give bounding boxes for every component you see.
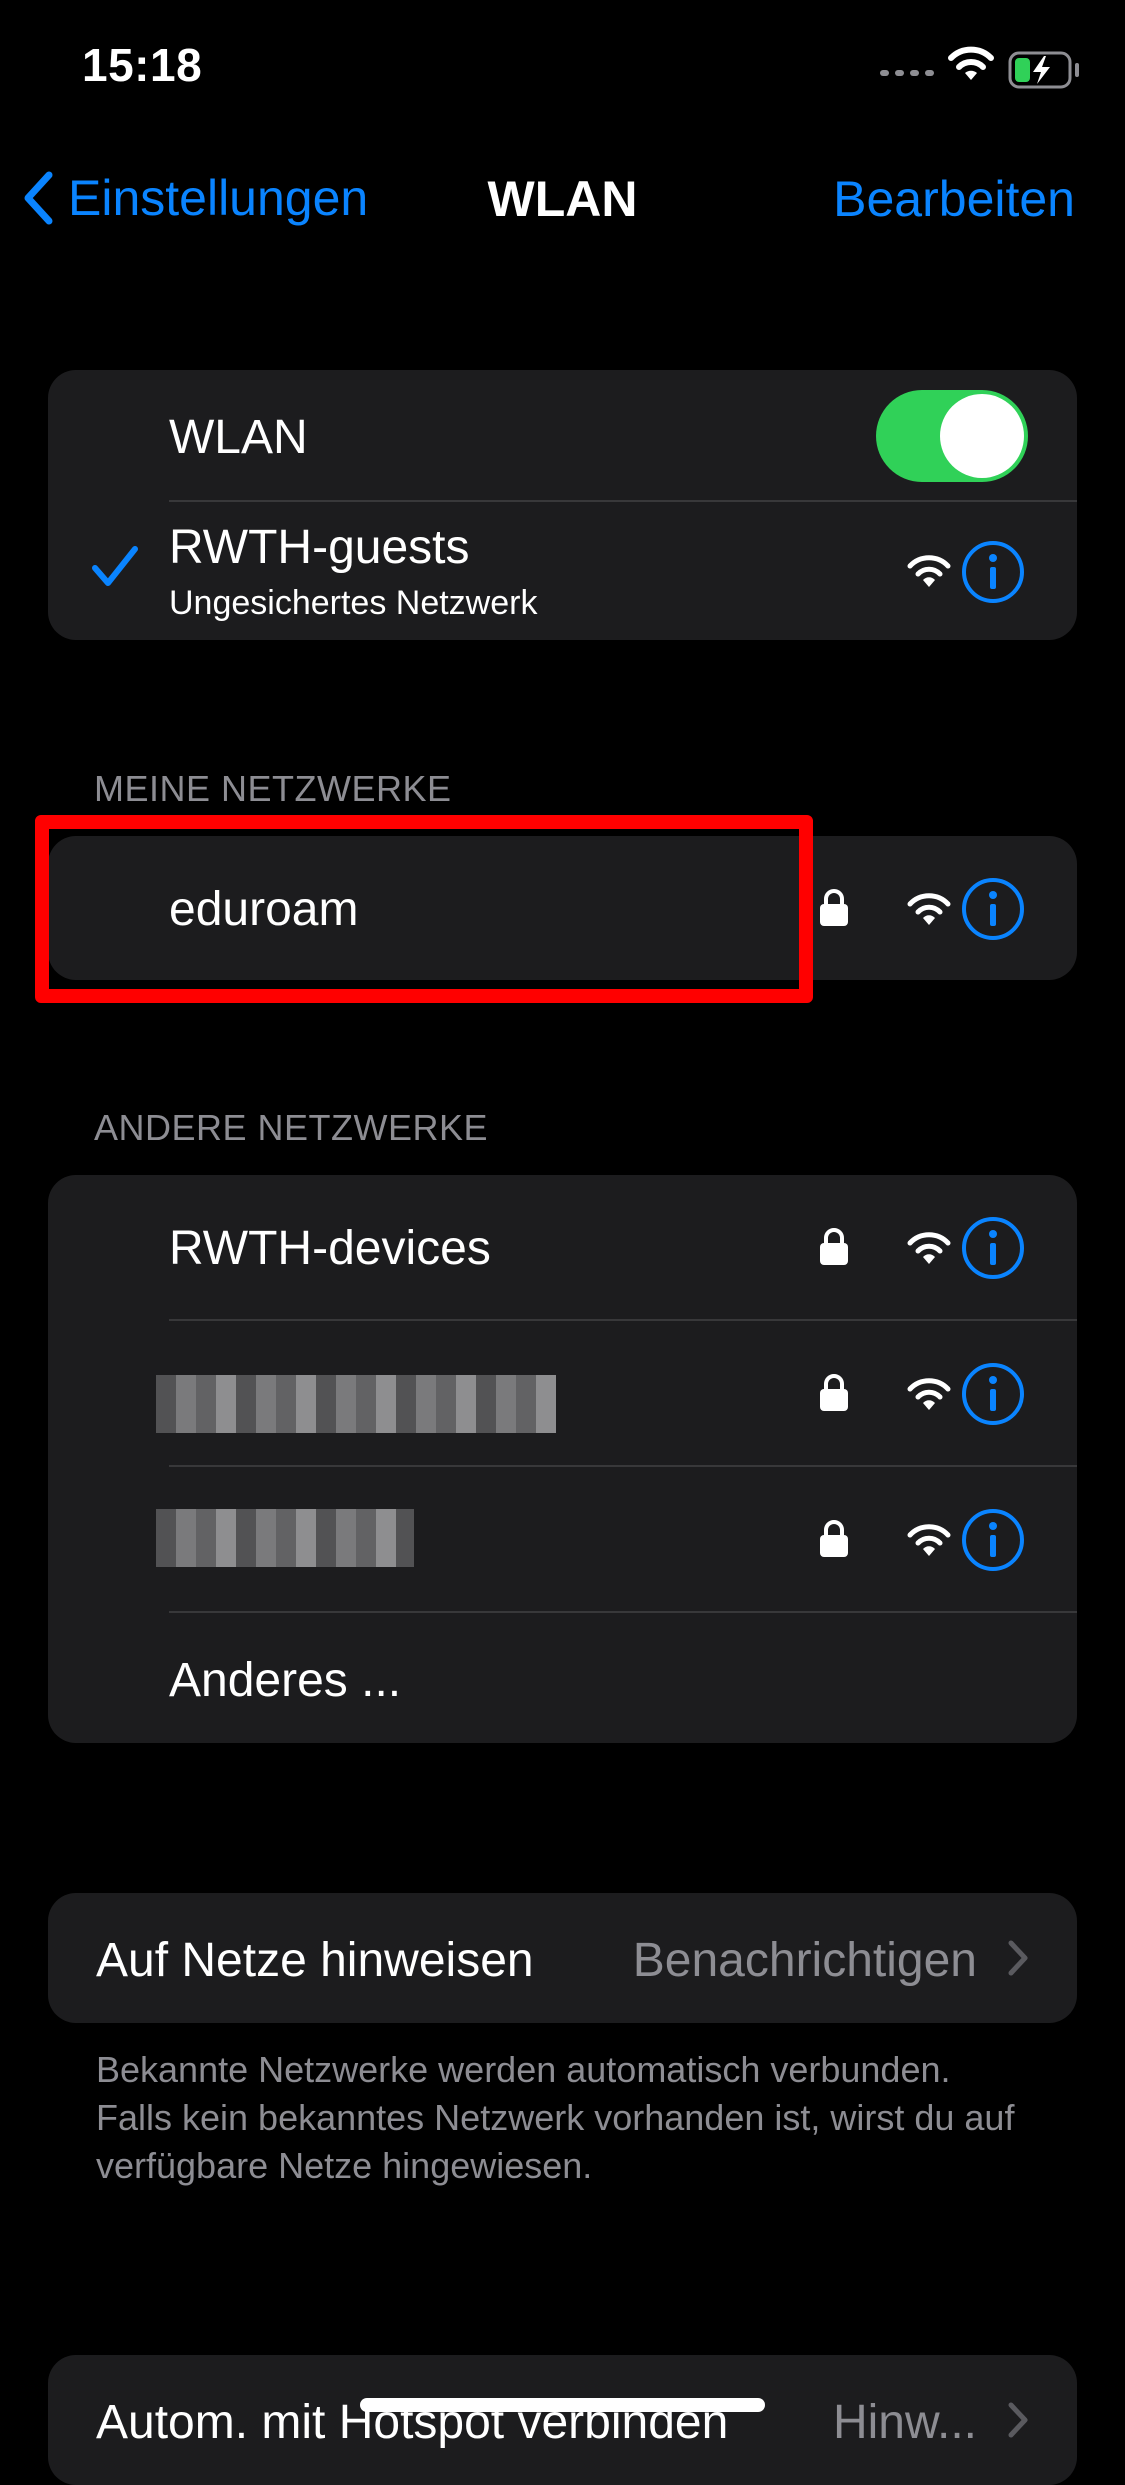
- home-indicator[interactable]: [360, 2398, 765, 2412]
- lock-icon: [820, 1520, 848, 1557]
- wifi-signal-icon: [907, 893, 951, 925]
- connected-network-name: RWTH-guests: [169, 521, 470, 574]
- ask-to-join-group: Auf Netze hinweisen Benachrichtigen: [48, 1893, 1077, 2023]
- checkmark-icon: [92, 546, 138, 586]
- lock-icon: [820, 1228, 848, 1265]
- cellular-signal-icon: [880, 66, 935, 80]
- wlan-toggle-label: WLAN: [169, 411, 308, 464]
- highlight-box: [35, 815, 813, 1003]
- redacted-network-name: [156, 1375, 556, 1433]
- wifi-signal-icon: [907, 1378, 951, 1410]
- ask-to-join-row[interactable]: Auf Netze hinweisen Benachrichtigen: [48, 1893, 1077, 2023]
- chevron-right-icon: [1008, 2402, 1028, 2438]
- wifi-signal-icon: [907, 1232, 951, 1264]
- wlan-toggle-row: WLAN: [48, 370, 1077, 501]
- wifi-signal-icon: [907, 555, 951, 587]
- info-icon[interactable]: [960, 1507, 1026, 1573]
- hotspot-group: Autom. mit Hotspot verbinden Hinw...: [48, 2355, 1077, 2485]
- ask-to-join-value: Benachrichtigen: [632, 1934, 977, 1987]
- hotspot-value: Hinw...: [832, 2396, 977, 2449]
- my-networks-header: MEINE NETZWERKE: [94, 768, 452, 809]
- battery-charging-icon: [1008, 51, 1079, 89]
- other-network-label: Anderes ...: [169, 1654, 402, 1707]
- network-name: RWTH-devices: [169, 1222, 491, 1275]
- info-icon[interactable]: [960, 1361, 1026, 1427]
- lock-icon: [820, 1374, 848, 1411]
- other-networks-group: RWTH-devices Anderes ...: [48, 1175, 1077, 1743]
- other-network-row[interactable]: Anderes ...: [48, 1613, 1077, 1743]
- redacted-network-name: [156, 1509, 414, 1567]
- toggle-knob: [940, 394, 1024, 478]
- hotspot-row[interactable]: Autom. mit Hotspot verbinden Hinw...: [48, 2355, 1077, 2485]
- network-row-redacted[interactable]: [48, 1467, 1077, 1611]
- info-icon[interactable]: [960, 1215, 1026, 1281]
- status-time: 15:18: [82, 39, 203, 91]
- chevron-right-icon: [1008, 1940, 1028, 1976]
- ask-to-join-label: Auf Netze hinweisen: [96, 1934, 534, 1987]
- connected-network-row[interactable]: RWTH-guests Ungesichertes Netzwerk: [48, 502, 1077, 640]
- edit-button[interactable]: Bearbeiten: [833, 170, 1075, 228]
- network-row-redacted[interactable]: [48, 1321, 1077, 1465]
- other-networks-header: ANDERE NETZWERKE: [94, 1107, 489, 1148]
- lock-icon: [820, 889, 848, 926]
- info-icon[interactable]: [960, 876, 1026, 942]
- wifi-signal-icon: [907, 1524, 951, 1556]
- wifi-icon: [948, 46, 994, 80]
- info-icon[interactable]: [960, 539, 1026, 605]
- connected-network-subtitle: Ungesichertes Netzwerk: [169, 584, 538, 622]
- ask-to-join-footer: Bekannte Netzwerke werden automatisch ve…: [96, 2049, 1015, 2186]
- wlan-toggle[interactable]: [876, 390, 1028, 482]
- network-row-rwth-devices[interactable]: RWTH-devices: [48, 1175, 1077, 1319]
- wlan-group: WLAN RWTH-guests Ungesichertes Netzwerk: [48, 370, 1077, 640]
